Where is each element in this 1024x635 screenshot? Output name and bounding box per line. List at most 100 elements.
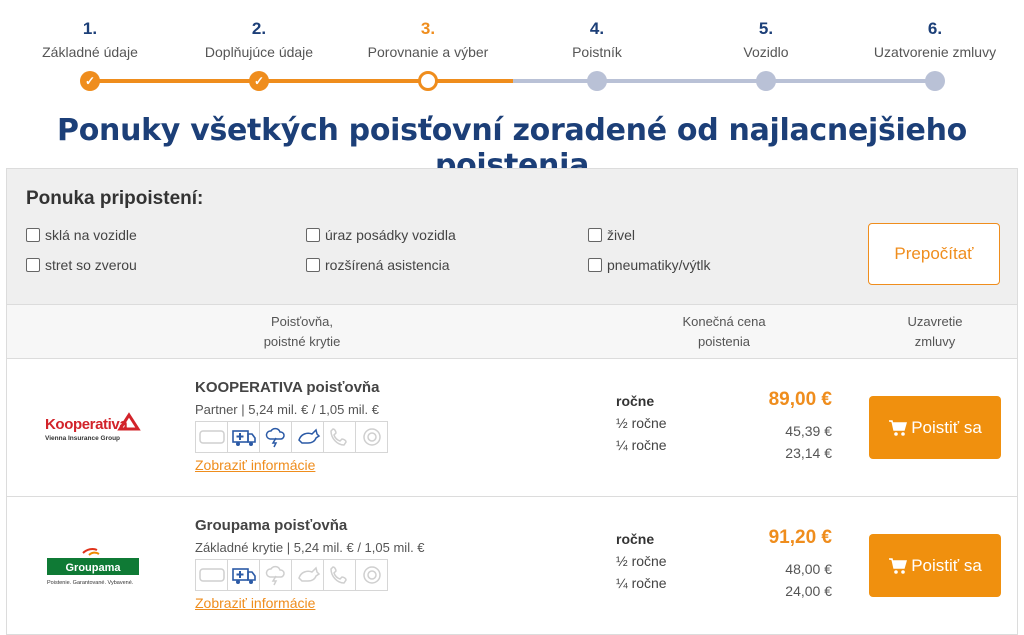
addon-checkbox-extended-assistance[interactable]: rozšírená asistencia [306, 257, 450, 273]
offers-panel: Ponuka pripoistení: sklá na vozidle úraz… [6, 168, 1018, 635]
pending-step-dot [925, 71, 945, 91]
step-2[interactable]: 2. Doplňujúce údaje [169, 18, 349, 61]
coverage-details: Partner | 5,24 mil. € / 1,05 mil. € [195, 402, 380, 417]
header-line: Konečná cena [682, 314, 766, 329]
addon-label: rozšírená asistencia [325, 257, 450, 273]
kooperativa-logo: Kooperativa Vienna Insurance Group [37, 405, 147, 451]
logo-text: Kooperativa [45, 416, 128, 433]
step-number: 3. [420, 19, 436, 38]
checkbox-box[interactable] [306, 228, 320, 242]
step-1[interactable]: 1. Základné údaje [0, 18, 180, 61]
column-header-insurer: Poisťovňa, poistné krytie [207, 312, 397, 352]
insurer-name: Groupama poisťovňa [195, 517, 348, 534]
addon-checkbox-natural-disaster[interactable]: živel [588, 227, 635, 243]
logo-subtext: Poistenie. Garantované. Vybavené. [47, 580, 134, 586]
cart-icon [889, 557, 908, 574]
addon-label: stret so zverou [45, 257, 137, 273]
addon-checkbox-glass[interactable]: sklá na vozidle [26, 227, 137, 243]
checkmark-icon: ✓ [80, 71, 100, 91]
period-half-year: ½ ročne [616, 415, 667, 431]
coverage-icons [195, 559, 388, 591]
checkbox-box[interactable] [26, 258, 40, 272]
glass-icon [195, 559, 228, 591]
header-line: zmluvy [914, 334, 956, 349]
step-4: 4. Poistník [507, 18, 687, 61]
storm-icon [259, 559, 292, 591]
addon-label: úraz posádky vozidla [325, 227, 456, 243]
price-yearly: 89,00 € [768, 389, 832, 410]
storm-icon [259, 421, 292, 453]
buy-button-label: Poistiť sa [911, 417, 982, 437]
pending-step-dot [756, 71, 776, 91]
buy-insurance-button[interactable]: Poistiť sa [869, 534, 1001, 597]
period-quarter: ¼ ročne [616, 575, 667, 591]
addon-label: sklá na vozidle [45, 227, 137, 243]
ambulance-icon [227, 421, 260, 453]
phone-assistance-icon [323, 559, 356, 591]
step-number: 5. [758, 19, 774, 38]
step-number: 1. [82, 19, 98, 38]
progress-track-completed [90, 79, 513, 83]
step-label: Vozidlo [743, 44, 789, 60]
step-label: Základné údaje [42, 44, 138, 60]
offer-row: Groupama Poistenie. Garantované. Vybaven… [7, 497, 1017, 635]
addon-checkbox-animal-collision[interactable]: stret so zverou [26, 257, 137, 273]
addon-label: živel [607, 227, 636, 243]
ambulance-icon [227, 559, 260, 591]
recalculate-button[interactable]: Prepočítať [868, 223, 1000, 285]
step-label: Uzatvorenie zmluvy [873, 44, 997, 60]
coverage-icons [195, 421, 388, 453]
pending-step-dot [587, 71, 607, 91]
progress-stepper: 1. Základné údaje ✓ 2. Doplňujúce údaje … [0, 0, 1024, 100]
checkbox-box[interactable] [588, 258, 602, 272]
tyre-icon [355, 559, 388, 591]
header-line: Poisťovňa, [271, 314, 333, 329]
offer-row: Kooperativa Vienna Insurance Group KOOPE… [7, 359, 1017, 497]
checkbox-box[interactable] [588, 228, 602, 242]
period-half-year: ½ ročne [616, 553, 667, 569]
step-label: Poistník [572, 44, 622, 60]
period-yearly: ročne [616, 531, 655, 547]
price-quarter: 23,14 € [785, 445, 832, 461]
step-number: 4. [589, 19, 605, 38]
animal-icon [291, 421, 324, 453]
price-yearly: 91,20 € [768, 527, 832, 548]
addon-checkbox-crew-injury[interactable]: úraz posádky vozidla [306, 227, 456, 243]
column-header-contract: Uzavretie zmluvy [875, 312, 995, 352]
price-half-year: 45,39 € [785, 423, 832, 439]
logo-subtext: Vienna Insurance Group [45, 435, 120, 442]
addon-filter: Ponuka pripoistení: sklá na vozidle úraz… [7, 169, 1017, 305]
column-header-price: Konečná cena poistenia [644, 312, 804, 352]
price-quarter: 24,00 € [785, 583, 832, 599]
step-number: 6. [927, 19, 943, 38]
addon-filter-title: Ponuka pripoistení: [26, 188, 204, 209]
table-header: Poisťovňa, poistné krytie Konečná cena p… [7, 305, 1017, 359]
progress-track-remaining [513, 79, 936, 83]
header-line: poistenia [697, 334, 751, 349]
addon-label: pneumatiky/výtlk [607, 257, 711, 273]
step-label: Doplňujúce údaje [204, 44, 314, 60]
header-line: poistné krytie [263, 334, 341, 349]
animal-icon [291, 559, 324, 591]
checkbox-box[interactable] [26, 228, 40, 242]
buy-insurance-button[interactable]: Poistiť sa [869, 396, 1001, 459]
step-3: 3. Porovnanie a výber [338, 18, 518, 61]
phone-assistance-icon [323, 421, 356, 453]
price-half-year: 48,00 € [785, 561, 832, 577]
groupama-logo: Groupama Poistenie. Garantované. Vybaven… [37, 543, 147, 589]
show-info-link[interactable]: Zobraziť informácie [195, 457, 315, 473]
insurer-name: KOOPERATIVA poisťovňa [195, 379, 380, 396]
step-5: 5. Vozidlo [676, 18, 856, 61]
addon-checkbox-tyres[interactable]: pneumatiky/výtlk [588, 257, 710, 273]
checkmark-icon: ✓ [249, 71, 269, 91]
step-number: 2. [251, 19, 267, 38]
buy-button-label: Poistiť sa [911, 555, 982, 575]
step-6: 6. Uzatvorenie zmluvy [845, 18, 1024, 61]
cart-icon [889, 419, 908, 436]
show-info-link[interactable]: Zobraziť informácie [195, 595, 315, 611]
current-step-dot [418, 71, 438, 91]
logo-text: Groupama [65, 562, 121, 574]
step-label: Porovnanie a výber [367, 44, 489, 60]
coverage-details: Základné krytie | 5,24 mil. € / 1,05 mil… [195, 540, 425, 555]
checkbox-box[interactable] [306, 258, 320, 272]
